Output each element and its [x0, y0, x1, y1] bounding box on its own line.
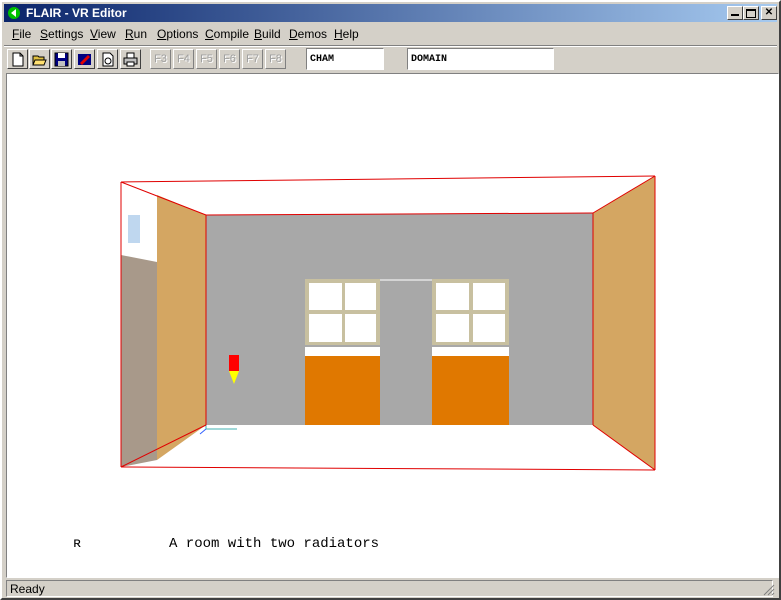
room-scene[interactable] [7, 74, 778, 577]
left-radiator [305, 356, 380, 425]
print-button[interactable] [120, 49, 141, 69]
f5-button[interactable]: F5 [196, 49, 217, 69]
cham-field[interactable]: CHAM [306, 48, 384, 70]
minimize-icon [731, 14, 739, 16]
f6-button[interactable]: F6 [219, 49, 240, 69]
app-window: FLAIR - VR Editor ✕ File Settings View R… [0, 0, 781, 600]
new-file-button[interactable] [7, 49, 28, 69]
window-title: FLAIR - VR Editor [26, 6, 127, 20]
f3-button[interactable]: F3 [150, 49, 171, 69]
left-side-wall [157, 195, 206, 460]
right-window [432, 279, 509, 345]
menu-settings[interactable]: Settings [40, 27, 83, 41]
save-button[interactable] [51, 49, 72, 69]
left-radiator-top [305, 347, 380, 356]
left-window [305, 279, 380, 345]
refresh-icon [102, 52, 114, 67]
toolbar: F3 F4 F5 F6 F7 F8 CHAM DOMAIN [4, 45, 777, 74]
open-button[interactable] [29, 49, 50, 69]
save-disk-icon [54, 52, 69, 67]
right-side-wall [593, 176, 655, 470]
left-inner-wall [121, 255, 157, 467]
print-icon [123, 52, 138, 67]
refresh-button[interactable] [97, 49, 118, 69]
menu-help[interactable]: Help [334, 27, 359, 41]
menu-compile[interactable]: Compile [205, 27, 249, 41]
scene-caption: A room with two radiators [169, 536, 380, 552]
floor [121, 425, 655, 470]
right-radiator [432, 356, 509, 425]
f7-button[interactable]: F7 [242, 49, 263, 69]
probe-marker[interactable] [229, 355, 239, 371]
erase-icon [78, 54, 91, 65]
close-button[interactable]: ✕ [761, 6, 777, 20]
f4-button[interactable]: F4 [173, 49, 194, 69]
status-bar: Ready [4, 579, 777, 598]
menu-view[interactable]: View [90, 27, 116, 41]
erase-button[interactable] [74, 49, 95, 69]
right-radiator-top [432, 347, 509, 356]
resize-grip-icon[interactable] [763, 584, 775, 596]
close-icon: ✕ [764, 7, 774, 18]
status-text: Ready [6, 580, 773, 597]
menu-build[interactable]: Build [254, 27, 281, 41]
caption-marker: ʀ [73, 536, 82, 552]
new-file-icon [12, 52, 24, 67]
maximize-button[interactable] [743, 6, 759, 20]
minimize-button[interactable] [727, 6, 743, 20]
domain-field[interactable]: DOMAIN [407, 48, 554, 70]
open-folder-icon [32, 55, 47, 66]
back-wall [206, 213, 593, 425]
menu-run[interactable]: Run [125, 27, 147, 41]
menu-bar: File Settings View Run Options Compile B… [4, 24, 777, 44]
flair-app-icon [8, 7, 20, 19]
small-window [128, 215, 140, 243]
f8-button[interactable]: F8 [265, 49, 286, 69]
viewport-3d[interactable]: ʀ A room with two radiators [6, 73, 779, 578]
menu-file[interactable]: File [12, 27, 31, 41]
title-bar[interactable]: FLAIR - VR Editor ✕ [4, 4, 777, 22]
menu-options[interactable]: Options [157, 27, 198, 41]
menu-demos[interactable]: Demos [289, 27, 327, 41]
maximize-icon [746, 9, 756, 18]
